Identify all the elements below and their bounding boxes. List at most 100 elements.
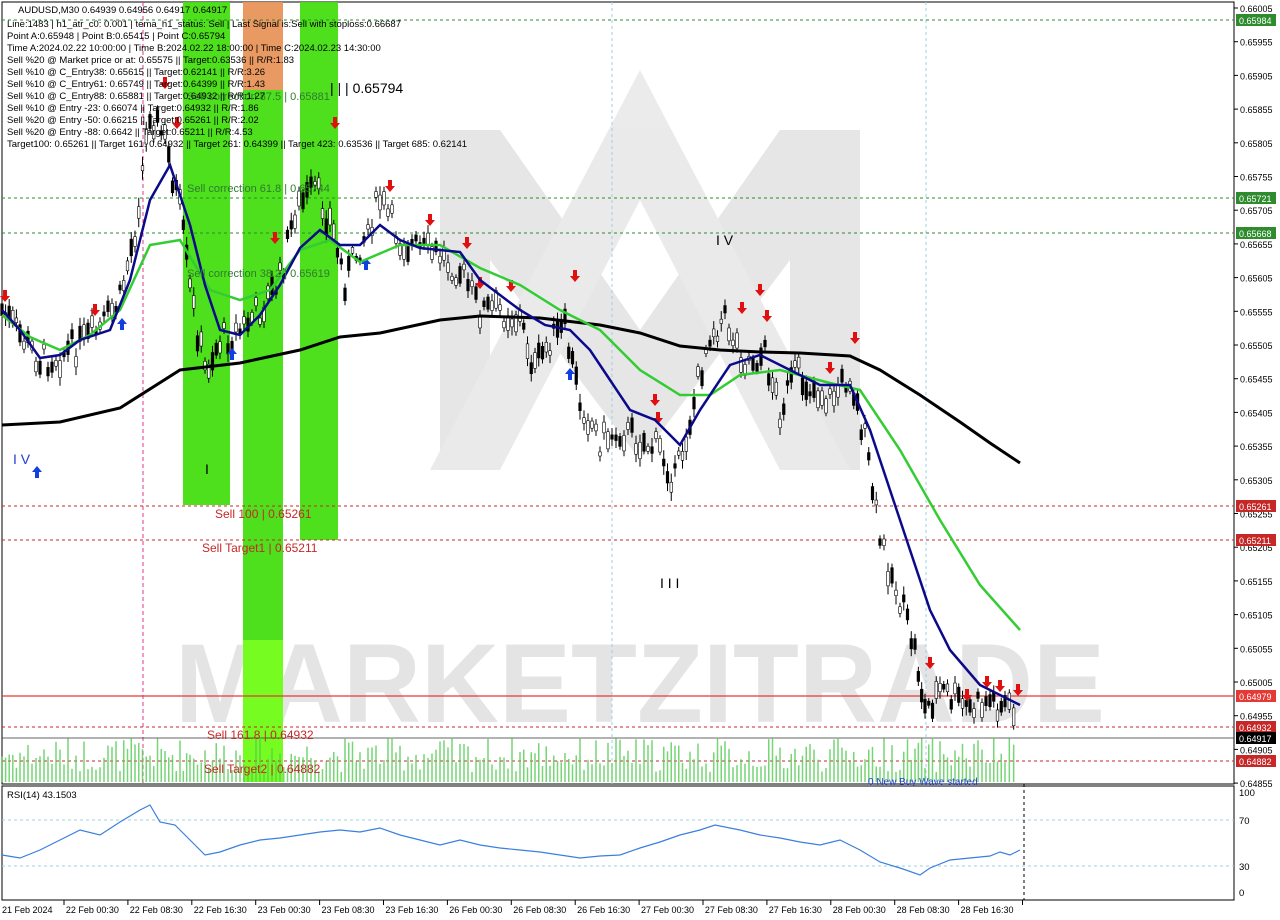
candle-body [658, 438, 662, 453]
price-tick: 0.65105 [1240, 611, 1273, 621]
candle-body [328, 207, 332, 226]
svg-text:0.64979: 0.64979 [1239, 692, 1272, 702]
price-tick: 0.65805 [1240, 139, 1273, 149]
rsi-pane[interactable]: RSI(14) 43.1503 100 70 30 0 [1, 785, 1255, 901]
candle-body [785, 380, 790, 386]
candle-body [665, 471, 670, 484]
candle-body [50, 361, 54, 373]
candle-body [450, 276, 454, 281]
candle-body [70, 329, 74, 340]
time-tick: 26 Feb 00:30 [449, 905, 502, 915]
candle-body [870, 486, 875, 501]
time-tick: 27 Feb 16:30 [769, 905, 822, 915]
candle-body [14, 317, 18, 323]
candle-body [677, 450, 681, 456]
info-line-10: Sell %20 @ Entry -88: 0.6642 || Target:0… [7, 127, 253, 138]
candle-body [767, 373, 771, 386]
price-tick: 0.65605 [1240, 274, 1273, 284]
candle-body [804, 381, 808, 400]
candle-body [195, 335, 200, 352]
candle-body [867, 452, 871, 461]
candle-body [586, 420, 590, 435]
candle-body [510, 318, 514, 328]
candle-body [988, 694, 992, 708]
candle-body [614, 434, 618, 441]
candle-body [133, 236, 137, 247]
candle-body [192, 295, 196, 309]
candle-body [680, 451, 685, 461]
candle-body [840, 368, 844, 383]
candle-body [828, 388, 832, 395]
candle-body [106, 300, 110, 312]
rsi-level-30: 30 [1239, 862, 1250, 873]
info-line-4: Sell %20 @ Market price or at: 0.65575 |… [7, 55, 294, 66]
candle-body [684, 436, 688, 452]
svg-text:0.65211: 0.65211 [1239, 536, 1271, 546]
candle-body [949, 699, 953, 710]
candle-body [382, 191, 386, 206]
candle-body [458, 266, 462, 284]
candle-body [578, 402, 582, 411]
price-pane[interactable]: MARKETZITRADE | | | 0.65794 Sell correct… [0, 1, 1235, 788]
candle-body [426, 232, 430, 246]
candle-body [339, 258, 343, 265]
candle-body [972, 708, 976, 718]
candle-body [916, 671, 920, 682]
candle-body [170, 180, 175, 194]
candle-body [188, 278, 192, 289]
candle-body [942, 683, 946, 690]
price-tick: 0.65405 [1240, 408, 1273, 418]
candle-body [669, 481, 673, 493]
candle-body [482, 300, 486, 307]
candle-body [289, 220, 293, 230]
candle-body [214, 342, 218, 356]
price-tick: 0.65455 [1240, 375, 1273, 385]
candle-body [715, 335, 720, 342]
candle-body [902, 594, 906, 603]
candle-body [38, 360, 42, 375]
svg-text:0.64882: 0.64882 [1239, 757, 1272, 767]
candle-body [755, 363, 759, 372]
candle-body [137, 206, 141, 219]
candle-body [486, 296, 490, 310]
price-tag: 0.64979 [1236, 690, 1276, 702]
candle-body [836, 385, 840, 398]
candle-body [995, 709, 1000, 722]
info-line-2: Point A:0.65948 | Point B:0.65415 | Poin… [7, 31, 225, 42]
candle-body [999, 700, 1003, 713]
candle-body [770, 377, 775, 393]
candle-body [692, 396, 696, 410]
price-tag: 0.64882 [1236, 755, 1276, 767]
time-tick: 22 Feb 00:30 [66, 905, 119, 915]
candle-body [285, 229, 290, 240]
time-tick: 23 Feb 16:30 [385, 905, 438, 915]
candle-body [254, 297, 258, 307]
candle-body [898, 606, 902, 614]
candle-body [537, 342, 541, 359]
price-tick: 0.65355 [1240, 442, 1273, 452]
candle-body [574, 366, 578, 385]
candle-body [859, 429, 863, 441]
time-tick: 28 Feb 08:30 [897, 905, 950, 915]
price-tick: 0.65655 [1240, 240, 1273, 250]
candle-body [570, 351, 575, 365]
candle-body [634, 443, 638, 455]
candle-body [498, 304, 502, 311]
candle-body [731, 339, 735, 346]
time-tick: 27 Feb 08:30 [705, 905, 758, 915]
svg-text:0.65668: 0.65668 [1239, 229, 1272, 239]
candle-body [800, 377, 805, 396]
candle-body [199, 331, 203, 347]
candle-body [878, 538, 882, 546]
candle-body [700, 370, 704, 387]
candle-body [712, 328, 716, 338]
candle-body [522, 322, 526, 330]
candle-body [638, 441, 642, 460]
candle-body [1012, 707, 1016, 727]
candle-body [390, 204, 394, 214]
price-tag: 0.64932 [1236, 721, 1276, 733]
candle-body [957, 686, 961, 703]
info-line-9: Sell %20 @ Entry -50: 0.66215 || Target:… [7, 115, 259, 126]
symbol-title: AUDUSD,M30 0.64939 0.64956 0.64917 0.649… [18, 5, 227, 16]
candle-body [618, 436, 622, 447]
